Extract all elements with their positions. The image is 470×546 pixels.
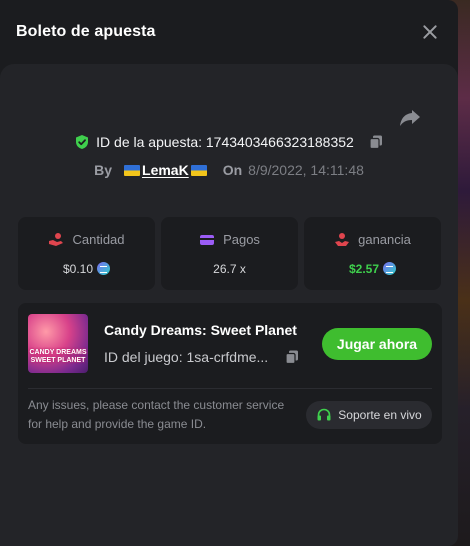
username-link[interactable]: LemaK: [124, 162, 207, 178]
help-text: Any issues, please contact the customer …: [28, 398, 285, 431]
stat-amount-label: Cantidad: [72, 232, 125, 247]
flag-icon: [124, 164, 141, 176]
live-support-button[interactable]: Soporte en vivo: [306, 401, 432, 429]
flag-icon: [190, 164, 207, 176]
headset-icon: [317, 408, 331, 421]
bet-id: ID de la apuesta: 1743403466323188352: [96, 134, 354, 150]
copy-icon[interactable]: [368, 134, 384, 150]
game-id: ID del juego: 1sa-crfdme...: [104, 349, 269, 365]
thumb-title-line1: CANDY DREAMS: [29, 349, 87, 356]
modal-body: ID de la apuesta: 1743403466323188352 By…: [0, 64, 458, 546]
bet-id-row: ID de la apuesta: 1743403466323188352: [0, 134, 458, 150]
stat-profit-value: $2.57: [348, 261, 380, 276]
stat-profit-label: ganancia: [358, 232, 411, 247]
money-hand-icon: [49, 232, 64, 246]
game-id-row: ID del juego: 1sa-crfdme...: [104, 349, 300, 365]
bet-slip-modal: Boleto de apuesta ID de la apuesta: 1743…: [0, 0, 458, 546]
bet-author-row: By LemaK On 8/9/2022, 14:11:48: [0, 162, 458, 178]
stat-amount-value: $0.10: [62, 261, 94, 276]
card-icon: [200, 234, 215, 245]
stat-amount: Cantidad $0.10: [18, 217, 155, 290]
bet-date: 8/9/2022, 14:11:48: [248, 162, 364, 178]
game-name: Candy Dreams: Sweet Planet: [104, 322, 297, 338]
profit-hand-icon: [335, 232, 350, 246]
stat-profit: ganancia $2.57: [304, 217, 441, 290]
crypto-coin-icon: [383, 262, 397, 275]
username: LemaK: [142, 162, 189, 178]
stat-payout-value: 26.7 x: [213, 261, 246, 276]
stat-payout-label: Pagos: [223, 232, 260, 247]
divider: [28, 388, 432, 389]
modal-header: Boleto de apuesta: [0, 0, 458, 64]
bet-stats: Cantidad $0.10 Pagos 26.7 x ganancia $2.…: [18, 217, 441, 290]
copy-icon[interactable]: [284, 349, 300, 365]
game-thumbnail[interactable]: CANDY DREAMS SWEET PLANET: [28, 314, 88, 373]
on-label: On: [222, 162, 243, 178]
thumb-title-line2: SWEET PLANET: [30, 357, 86, 364]
game-card: CANDY DREAMS SWEET PLANET Candy Dreams: …: [18, 303, 442, 444]
stat-payout: Pagos 26.7 x: [161, 217, 298, 290]
share-icon[interactable]: [398, 105, 422, 129]
shield-check-icon: [76, 135, 89, 149]
live-support-label: Soporte en vivo: [338, 408, 422, 422]
play-now-button[interactable]: Jugar ahora: [322, 328, 432, 360]
close-icon[interactable]: [420, 22, 440, 42]
modal-title: Boleto de apuesta: [16, 23, 156, 40]
crypto-coin-icon: [97, 262, 111, 275]
by-label: By: [94, 162, 113, 178]
